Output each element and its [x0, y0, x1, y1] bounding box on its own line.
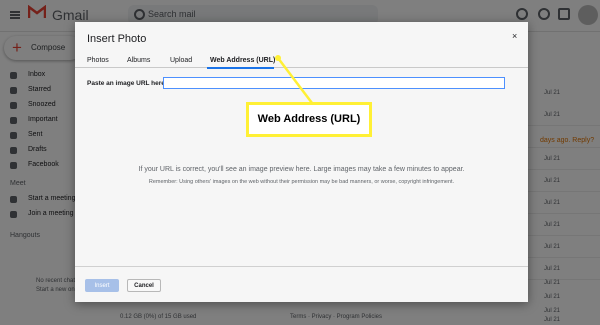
- dialog-title: Insert Photo: [87, 33, 147, 45]
- active-tab-indicator: [207, 67, 274, 69]
- dialog-tabs: Photos Albums Upload Web Address (URL): [75, 52, 528, 69]
- insert-button[interactable]: Insert: [85, 279, 119, 292]
- cancel-button[interactable]: Cancel: [127, 279, 161, 292]
- tab-albums[interactable]: Albums: [127, 57, 150, 64]
- tab-photos[interactable]: Photos: [87, 57, 109, 64]
- preview-hint: If your URL is correct, you'll see an im…: [138, 166, 465, 173]
- url-label: Paste an image URL here:: [87, 80, 168, 87]
- tab-web-address[interactable]: Web Address (URL): [210, 57, 275, 64]
- callout-label: Web Address (URL): [246, 102, 372, 137]
- image-url-input[interactable]: [163, 77, 505, 89]
- tab-upload[interactable]: Upload: [170, 57, 192, 64]
- close-icon[interactable]: ×: [512, 31, 517, 41]
- copyright-notice: Remember: Using others' images on the we…: [148, 179, 455, 185]
- insert-photo-dialog: Insert Photo × Photos Albums Upload Web …: [75, 22, 528, 302]
- dialog-footer-divider: [75, 266, 528, 267]
